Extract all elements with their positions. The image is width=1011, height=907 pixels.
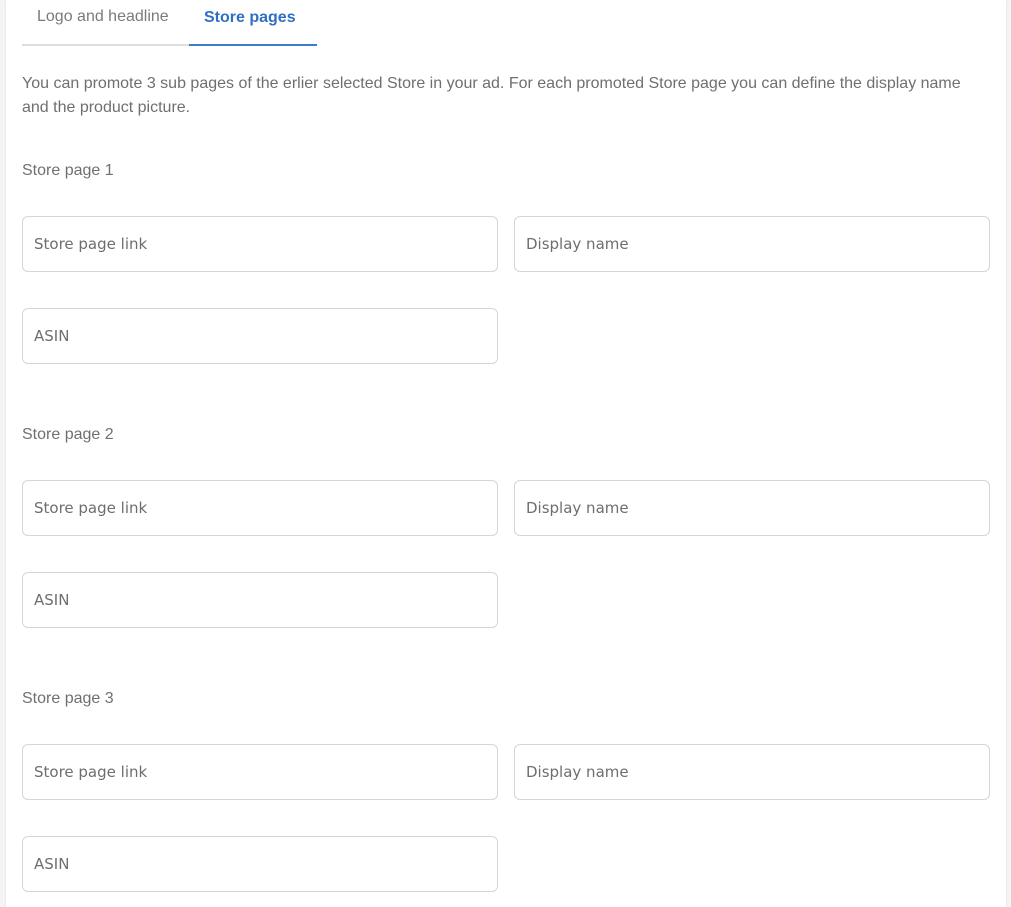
- store-page-3-asin-input[interactable]: [23, 837, 497, 891]
- tab-bar: Logo and headline Store pages: [22, 0, 317, 48]
- store-page-3-asin-field: [22, 836, 498, 892]
- store-page-2-asin-field: [22, 572, 498, 628]
- store-page-2-link-field: [22, 480, 498, 536]
- store-page-2-link-input[interactable]: [23, 481, 497, 535]
- store-page-1-link-field: [22, 216, 498, 272]
- store-page-3-link-input[interactable]: [23, 745, 497, 799]
- store-page-3-link-field: [22, 744, 498, 800]
- store-page-2-asin-input[interactable]: [23, 573, 497, 627]
- store-page-1-asin-field: [22, 308, 498, 364]
- store-page-1-display-name-input[interactable]: [515, 217, 989, 271]
- store-page-2-display-name-field: [514, 480, 990, 536]
- store-page-1-asin-input[interactable]: [23, 309, 497, 363]
- tab-logo-and-headline[interactable]: Logo and headline: [22, 0, 189, 46]
- store-page-1-title: Store page 1: [22, 162, 114, 179]
- store-page-3-display-name-input[interactable]: [515, 745, 989, 799]
- store-page-3-title: Store page 3: [22, 690, 114, 707]
- store-page-2-title: Store page 2: [22, 426, 114, 443]
- store-page-3-display-name-field: [514, 744, 990, 800]
- store-pages-panel: Logo and headline Store pages You can pr…: [6, 0, 1006, 907]
- tab-store-pages[interactable]: Store pages: [189, 0, 317, 46]
- store-page-2-display-name-input[interactable]: [515, 481, 989, 535]
- store-page-1-display-name-field: [514, 216, 990, 272]
- store-page-1-link-input[interactable]: [23, 217, 497, 271]
- instructions-text: You can promote 3 sub pages of the erlie…: [22, 75, 961, 116]
